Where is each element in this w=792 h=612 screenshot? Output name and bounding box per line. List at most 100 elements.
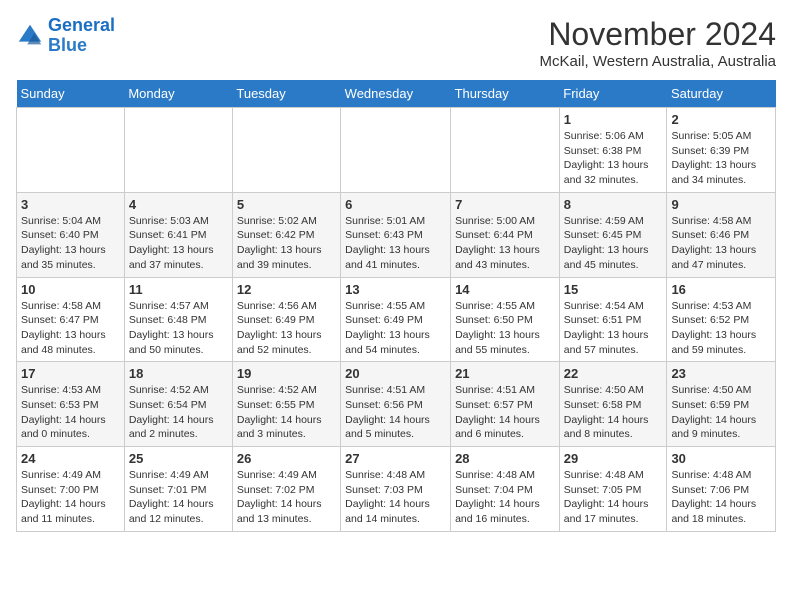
calendar-cell: 28 Sunrise: 4:48 AM Sunset: 7:04 PM Dayli… [451,447,560,532]
day-info: Sunrise: 4:51 AM Sunset: 6:57 PM Dayligh… [455,383,555,442]
day-info: Sunrise: 4:57 AM Sunset: 6:48 PM Dayligh… [129,299,228,358]
day-number: 11 [129,282,228,297]
day-info: Sunrise: 4:54 AM Sunset: 6:51 PM Dayligh… [564,299,663,358]
calendar-cell: 12 Sunrise: 4:56 AM Sunset: 6:49 PM Dayli… [232,277,340,362]
calendar-cell [17,108,125,193]
day-info: Sunrise: 5:03 AM Sunset: 6:41 PM Dayligh… [129,214,228,273]
day-number: 7 [455,197,555,212]
day-info: Sunrise: 4:48 AM Sunset: 7:06 PM Dayligh… [671,468,771,527]
day-number: 23 [671,366,771,381]
calendar-cell: 13 Sunrise: 4:55 AM Sunset: 6:49 PM Dayli… [341,277,451,362]
day-info: Sunrise: 4:50 AM Sunset: 6:58 PM Dayligh… [564,383,663,442]
day-number: 9 [671,197,771,212]
calendar-cell: 18 Sunrise: 4:52 AM Sunset: 6:54 PM Dayli… [124,362,232,447]
day-number: 12 [237,282,336,297]
day-info: Sunrise: 4:52 AM Sunset: 6:54 PM Dayligh… [129,383,228,442]
day-info: Sunrise: 4:48 AM Sunset: 7:03 PM Dayligh… [345,468,446,527]
day-number: 26 [237,451,336,466]
day-number: 10 [21,282,120,297]
day-number: 6 [345,197,446,212]
week-row-5: 24 Sunrise: 4:49 AM Sunset: 7:00 PM Dayli… [17,447,776,532]
day-number: 4 [129,197,228,212]
day-number: 15 [564,282,663,297]
header-day-wednesday: Wednesday [341,80,451,108]
day-number: 24 [21,451,120,466]
day-info: Sunrise: 5:05 AM Sunset: 6:39 PM Dayligh… [671,129,771,188]
calendar-cell: 11 Sunrise: 4:57 AM Sunset: 6:48 PM Dayli… [124,277,232,362]
day-number: 3 [21,197,120,212]
calendar-cell: 4 Sunrise: 5:03 AM Sunset: 6:41 PM Daylig… [124,192,232,277]
title-block: November 2024 McKail, Western Australia,… [540,16,776,70]
day-info: Sunrise: 4:49 AM Sunset: 7:00 PM Dayligh… [21,468,120,527]
calendar-cell: 25Sunrise: 4:49 AM Sunset: 7:01 PM Dayli… [124,447,232,532]
day-number: 22 [564,366,663,381]
day-info: Sunrise: 4:55 AM Sunset: 6:50 PM Dayligh… [455,299,555,358]
day-number: 1 [564,112,663,127]
calendar-cell: 21 Sunrise: 4:51 AM Sunset: 6:57 PM Dayli… [451,362,560,447]
week-row-4: 17 Sunrise: 4:53 AM Sunset: 6:53 PM Dayli… [17,362,776,447]
week-row-2: 3 Sunrise: 5:04 AM Sunset: 6:40 PM Daylig… [17,192,776,277]
day-number: 28 [455,451,555,466]
calendar-cell [232,108,340,193]
calendar-cell: 24 Sunrise: 4:49 AM Sunset: 7:00 PM Dayli… [17,447,125,532]
week-row-3: 10 Sunrise: 4:58 AM Sunset: 6:47 PM Dayli… [17,277,776,362]
location: McKail, Western Australia, Australia [540,53,776,70]
day-number: 13 [345,282,446,297]
calendar-cell: 8 Sunrise: 4:59 AM Sunset: 6:45 PM Daylig… [559,192,667,277]
day-info: Sunrise: 5:04 AM Sunset: 6:40 PM Dayligh… [21,214,120,273]
day-info: Sunrise: 5:00 AM Sunset: 6:44 PM Dayligh… [455,214,555,273]
calendar-cell: 19Sunrise: 4:52 AM Sunset: 6:55 PM Dayli… [232,362,340,447]
day-info: Sunrise: 4:56 AM Sunset: 6:49 PM Dayligh… [237,299,336,358]
page-header: General Blue November 2024 McKail, Weste… [16,16,776,70]
day-info: Sunrise: 4:53 AM Sunset: 6:53 PM Dayligh… [21,383,120,442]
calendar-cell: 27Sunrise: 4:48 AM Sunset: 7:03 PM Dayli… [341,447,451,532]
day-info: Sunrise: 4:51 AM Sunset: 6:56 PM Dayligh… [345,383,446,442]
day-info: Sunrise: 5:02 AM Sunset: 6:42 PM Dayligh… [237,214,336,273]
calendar-cell [341,108,451,193]
week-row-1: 1Sunrise: 5:06 AM Sunset: 6:38 PM Daylig… [17,108,776,193]
day-number: 5 [237,197,336,212]
logo: General Blue [16,16,115,56]
calendar-cell: 10 Sunrise: 4:58 AM Sunset: 6:47 PM Dayli… [17,277,125,362]
calendar-cell: 7 Sunrise: 5:00 AM Sunset: 6:44 PM Daylig… [451,192,560,277]
calendar-cell: 6 Sunrise: 5:01 AM Sunset: 6:43 PM Daylig… [341,192,451,277]
calendar-cell: 26 Sunrise: 4:49 AM Sunset: 7:02 PM Dayli… [232,447,340,532]
day-number: 17 [21,366,120,381]
day-info: Sunrise: 4:53 AM Sunset: 6:52 PM Dayligh… [671,299,771,358]
header-day-monday: Monday [124,80,232,108]
day-info: Sunrise: 4:58 AM Sunset: 6:47 PM Dayligh… [21,299,120,358]
calendar-table: SundayMondayTuesdayWednesdayThursdayFrid… [16,80,776,532]
day-number: 2 [671,112,771,127]
calendar-cell: 14 Sunrise: 4:55 AM Sunset: 6:50 PM Dayli… [451,277,560,362]
day-info: Sunrise: 4:50 AM Sunset: 6:59 PM Dayligh… [671,383,771,442]
header-day-thursday: Thursday [451,80,560,108]
day-info: Sunrise: 4:58 AM Sunset: 6:46 PM Dayligh… [671,214,771,273]
calendar-cell: 30Sunrise: 4:48 AM Sunset: 7:06 PM Dayli… [667,447,776,532]
month-title: November 2024 [540,16,776,53]
calendar-cell [124,108,232,193]
calendar-cell: 29Sunrise: 4:48 AM Sunset: 7:05 PM Dayli… [559,447,667,532]
day-info: Sunrise: 5:01 AM Sunset: 6:43 PM Dayligh… [345,214,446,273]
day-info: Sunrise: 4:55 AM Sunset: 6:49 PM Dayligh… [345,299,446,358]
day-number: 29 [564,451,663,466]
calendar-cell: 16Sunrise: 4:53 AM Sunset: 6:52 PM Dayli… [667,277,776,362]
day-info: Sunrise: 4:49 AM Sunset: 7:02 PM Dayligh… [237,468,336,527]
day-number: 14 [455,282,555,297]
header-day-friday: Friday [559,80,667,108]
day-number: 21 [455,366,555,381]
calendar-cell: 2 Sunrise: 5:05 AM Sunset: 6:39 PM Daylig… [667,108,776,193]
day-info: Sunrise: 4:48 AM Sunset: 7:04 PM Dayligh… [455,468,555,527]
day-info: Sunrise: 4:52 AM Sunset: 6:55 PM Dayligh… [237,383,336,442]
calendar-header: SundayMondayTuesdayWednesdayThursdayFrid… [17,80,776,108]
day-info: Sunrise: 4:59 AM Sunset: 6:45 PM Dayligh… [564,214,663,273]
logo-icon [16,22,44,50]
calendar-cell: 9 Sunrise: 4:58 AM Sunset: 6:46 PM Daylig… [667,192,776,277]
calendar-cell: 20 Sunrise: 4:51 AM Sunset: 6:56 PM Dayli… [341,362,451,447]
day-number: 20 [345,366,446,381]
header-day-sunday: Sunday [17,80,125,108]
day-number: 18 [129,366,228,381]
calendar-cell: 3 Sunrise: 5:04 AM Sunset: 6:40 PM Daylig… [17,192,125,277]
calendar-cell [451,108,560,193]
calendar-body: 1Sunrise: 5:06 AM Sunset: 6:38 PM Daylig… [17,108,776,532]
day-number: 8 [564,197,663,212]
